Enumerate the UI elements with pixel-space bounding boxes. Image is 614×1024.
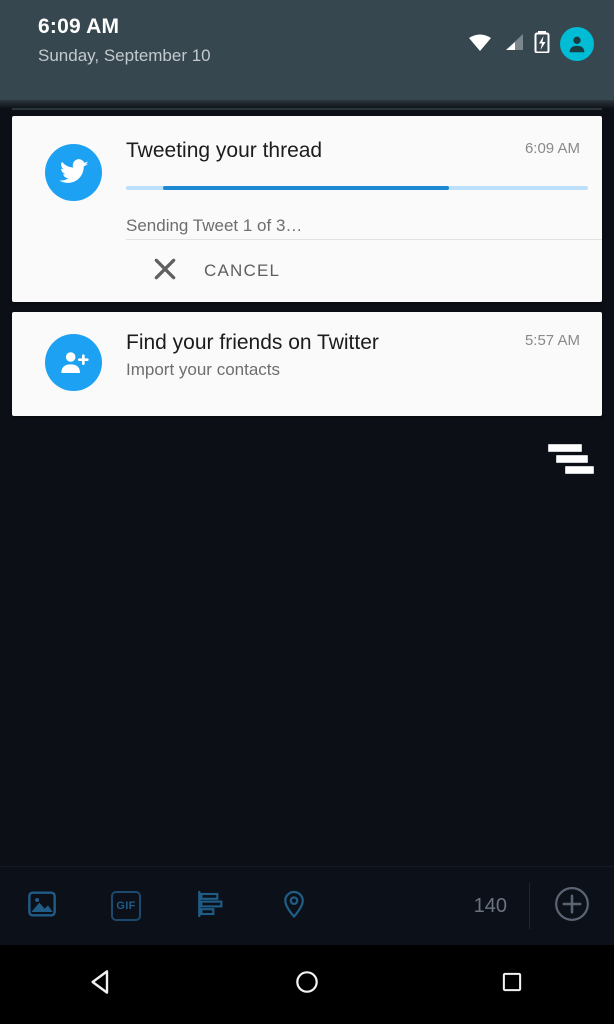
phone-screen: 6:09 AM Sunday, September 10 — [0, 0, 614, 1024]
person-add-icon — [45, 334, 102, 391]
nav-home-button[interactable] — [205, 968, 410, 1001]
cancel-button-label: CANCEL — [204, 261, 280, 281]
android-nav-bar — [0, 945, 614, 1024]
progress-bar-track — [126, 186, 588, 190]
home-circle-icon — [293, 968, 321, 1001]
nav-recents-button[interactable] — [409, 969, 614, 1000]
wifi-icon — [468, 32, 492, 57]
notification-subtitle: Import your contacts — [126, 358, 602, 382]
notification-subtitle: Sending Tweet 1 of 3… — [126, 214, 602, 238]
clear-all-icon[interactable] — [546, 442, 596, 478]
add-photo-button[interactable] — [0, 867, 84, 946]
gif-icon: GIF — [111, 891, 141, 921]
add-poll-button[interactable] — [168, 867, 252, 946]
nav-back-button[interactable] — [0, 967, 205, 1002]
user-avatar-icon[interactable] — [560, 27, 594, 61]
photo-icon — [26, 888, 58, 925]
add-gif-button[interactable]: GIF — [84, 867, 168, 946]
notification-subtitle-wrap: Sending Tweet 1 of 3… — [126, 192, 602, 238]
clear-all-bar — [556, 455, 588, 463]
back-triangle-icon — [87, 967, 117, 1002]
notification-body-tweeting: Tweeting your thread 6:09 AM — [126, 116, 602, 164]
clear-all-bar — [565, 466, 594, 474]
twitter-bird-icon — [45, 144, 102, 201]
cancel-button[interactable]: CANCEL — [126, 240, 280, 302]
recents-square-icon — [499, 969, 525, 1000]
notification-body-find-friends: Find your friends on Twitter 5:57 AM Imp… — [126, 312, 602, 382]
poll-icon — [194, 888, 226, 925]
shade-panel-edge — [0, 100, 614, 108]
character-counter: 140 — [474, 895, 529, 918]
add-location-button[interactable] — [252, 867, 336, 946]
notification-card-find-friends[interactable]: Find your friends on Twitter 5:57 AM Imp… — [12, 312, 602, 416]
cellular-signal-icon — [502, 32, 524, 57]
progress-bar-fill — [163, 186, 449, 190]
notification-card-tweeting[interactable]: Tweeting your thread 6:09 AM Sending Twe… — [12, 116, 602, 302]
status-icon-group — [468, 27, 594, 61]
location-pin-icon — [279, 889, 309, 924]
battery-charging-icon — [534, 31, 550, 58]
compose-toolbar: GIF 140 — [0, 866, 614, 945]
close-x-icon — [152, 256, 178, 287]
notification-shade-header: 6:09 AM Sunday, September 10 — [0, 0, 614, 100]
notification-timestamp: 5:57 AM — [525, 332, 580, 349]
notification-timestamp: 6:09 AM — [525, 140, 580, 157]
plus-circle-icon — [553, 885, 591, 928]
clear-all-bar — [548, 444, 582, 452]
add-tweet-button[interactable] — [530, 867, 614, 946]
